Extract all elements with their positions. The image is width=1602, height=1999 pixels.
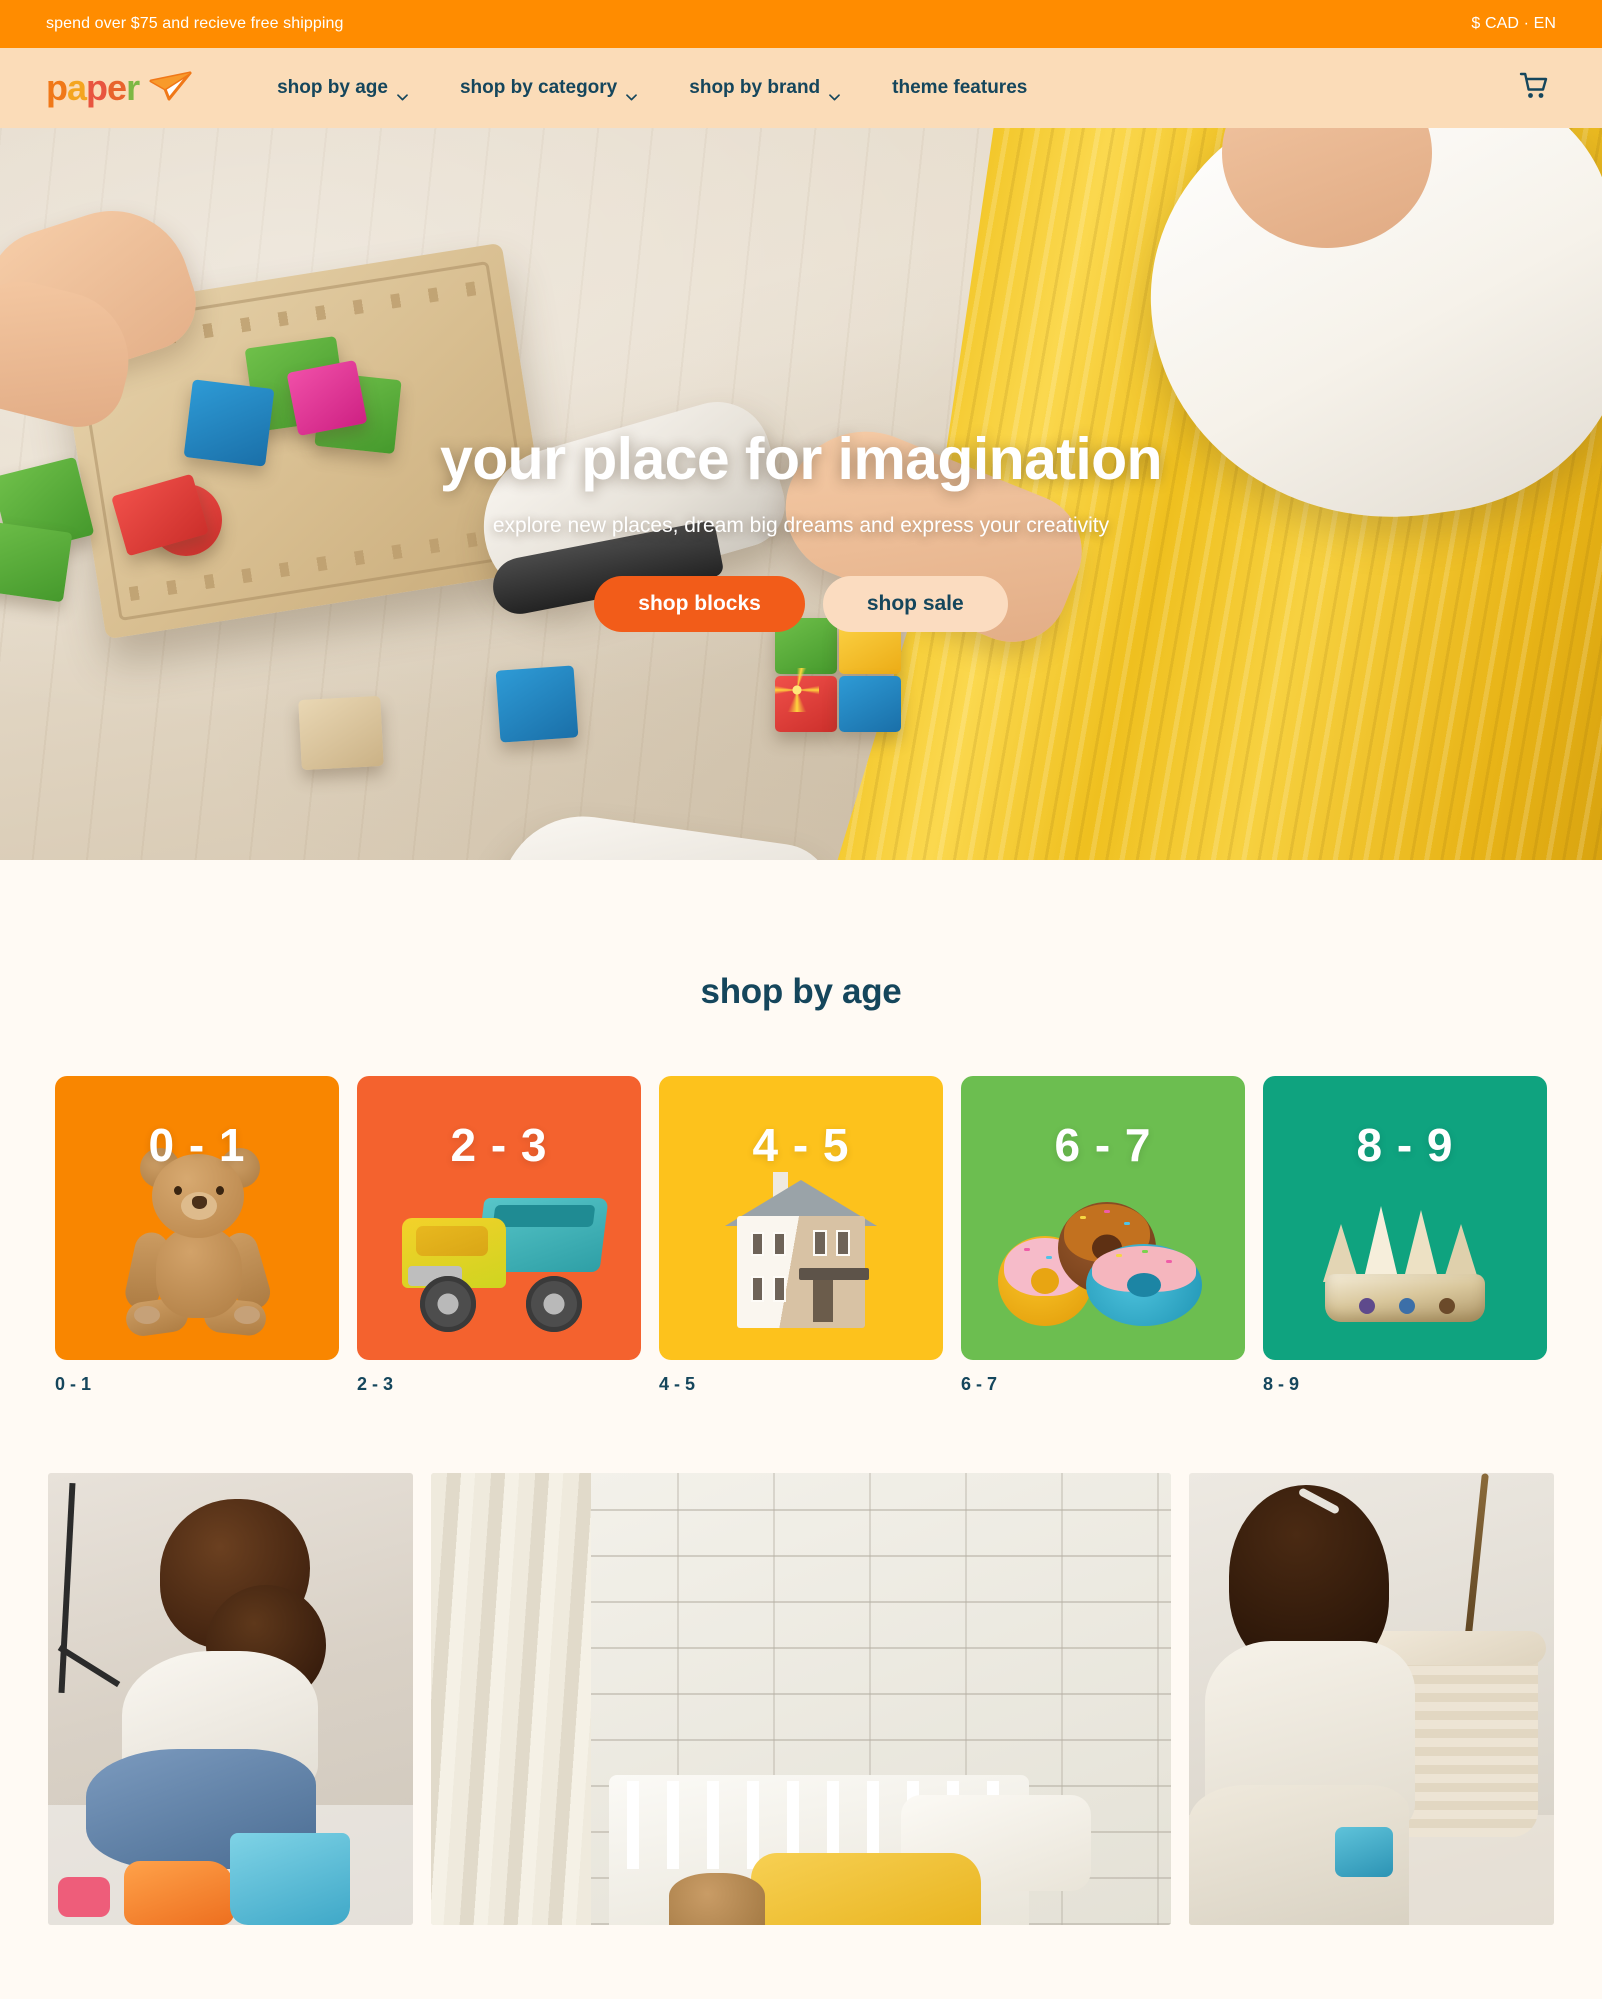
chevron-down-icon [397,85,408,100]
shopping-cart-icon [1519,72,1549,105]
crown-icon [1315,1182,1495,1322]
age-card-range: 8 - 9 [1356,1119,1454,1171]
age-card-0-1[interactable]: 0 - 1 0 - 1 [55,1076,339,1395]
nav-item-theme-features[interactable]: theme features [866,67,1053,109]
nav-item-shop-by-category[interactable]: shop by category [434,67,663,109]
paper-plane-icon [147,70,193,107]
age-card-range: 4 - 5 [752,1119,850,1171]
shop-blocks-button[interactable]: shop blocks [594,575,805,632]
site-header: paper shop by age shop by category shop … [0,48,1602,128]
main-navigation: shop by age shop by category shop by bra… [251,67,1512,109]
announcement-bar: spend over $75 and recieve free shipping… [0,0,1602,48]
site-logo[interactable]: paper [46,70,193,107]
section-title: shop by age [700,972,902,1011]
dollhouse-icon [721,1164,881,1334]
hero-button-group: shop blocks shop sale [594,575,1008,632]
nav-item-shop-by-age[interactable]: shop by age [251,67,434,109]
age-card-2-3[interactable]: 2 - 3 2 - 3 [357,1076,641,1395]
nav-label: shop by age [277,77,388,98]
nav-label: shop by brand [689,77,821,98]
nav-label: theme features [892,77,1028,98]
age-card-label: 8 - 9 [1263,1374,1300,1394]
age-card-label: 2 - 3 [357,1374,394,1394]
age-card-tile[interactable]: 4 - 5 [659,1076,943,1360]
photo-gallery [0,1473,1602,1925]
age-card-range: 6 - 7 [1054,1119,1152,1171]
age-card-8-9[interactable]: 8 - 9 8 - 9 [1263,1076,1547,1395]
hero-title: your place for imagination [439,426,1163,493]
age-card-label: 0 - 1 [55,1374,92,1394]
age-card-4-5[interactable]: 4 - 5 4 - 5 [659,1076,943,1395]
chevron-down-icon [626,85,638,100]
age-card-range: 2 - 3 [450,1119,548,1171]
donuts-icon [998,1196,1208,1326]
nav-label: shop by category [459,77,618,98]
gallery-tile-1[interactable] [48,1473,413,1925]
gallery-tile-3[interactable] [1189,1473,1554,1925]
age-card-tile[interactable]: 8 - 9 [1263,1076,1547,1360]
age-card-range: 0 - 1 [148,1119,246,1171]
age-card-label: 6 - 7 [961,1374,998,1394]
age-card-tile[interactable]: 6 - 7 [961,1076,1245,1360]
hero-subtitle: explore new places, dream big dreams and… [492,513,1110,537]
hero-banner: your place for imagination explore new p… [0,128,1602,860]
gallery-tile-2[interactable] [431,1473,1171,1925]
age-card-6-7[interactable]: 6 - 7 6 - 7 [961,1076,1245,1395]
chevron-down-icon [829,85,841,100]
announcement-text: spend over $75 and recieve free shipping [46,15,344,32]
nav-item-shop-by-brand[interactable]: shop by brand [663,67,866,109]
age-card-label: 4 - 5 [659,1374,696,1394]
cart-button[interactable] [1512,66,1556,110]
shop-by-age-section: shop by age 0 - 1 0 - 1 2 - 3 2 - 3 4 - … [0,860,1602,1473]
age-card-tile[interactable]: 2 - 3 [357,1076,641,1360]
locale-selector[interactable]: $ CAD · EN [1471,15,1556,33]
shop-sale-button[interactable]: shop sale [822,575,1008,632]
logo-wordmark: paper [46,67,140,108]
age-card-tile[interactable]: 0 - 1 [55,1076,339,1360]
dump-truck-icon [394,1192,609,1332]
locale-label: $ CAD · EN [1471,15,1556,32]
teddy-bear-icon [112,1148,282,1339]
age-card-grid: 0 - 1 0 - 1 2 - 3 2 - 3 4 - 5 4 - 5 6 - … [0,1076,1602,1395]
